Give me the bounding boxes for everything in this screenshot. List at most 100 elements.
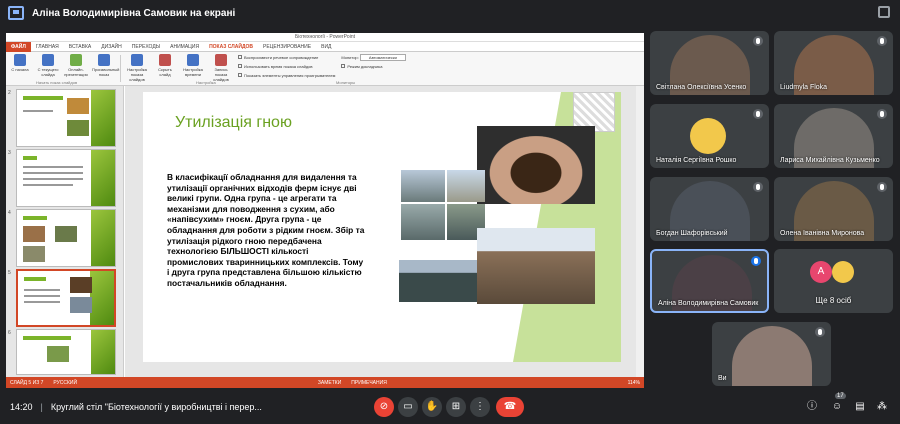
check-narration[interactable]: Воспроизвести речевое сопровождение [235, 52, 338, 63]
participant-tile-presenter[interactable]: Аліна Володимирівна Самовик [650, 249, 769, 313]
setup-show-button[interactable]: Настройка показа слайдов [125, 54, 149, 85]
custom-show-icon [98, 54, 110, 66]
self-view-tile[interactable]: Ви [712, 322, 831, 386]
timer-icon [187, 54, 199, 66]
notes-button[interactable]: ЗАМЕТКИ [318, 380, 341, 386]
activities-icon[interactable]: ⁂ [875, 400, 889, 414]
monitor-select[interactable]: Автоматически [359, 54, 406, 61]
thumb-title [23, 336, 71, 340]
thumb-image [70, 297, 92, 313]
ribbon-divider [120, 55, 121, 82]
present-button[interactable]: ⊞ [446, 397, 466, 417]
chat-icon[interactable]: ▤ [853, 400, 867, 414]
tab-slideshow[interactable]: ПОКАЗ СЛАЙДОВ [204, 42, 258, 52]
thumb-number: 2 [8, 90, 11, 96]
from-start-label: С начала [11, 67, 29, 72]
thumb-number: 3 [8, 150, 11, 156]
ppt-ribbon-tabs: ФАЙЛ ГЛАВНАЯ ВСТАВКА ДИЗАЙН ПЕРЕХОДЫ АНИ… [6, 41, 644, 52]
mic-toggle-button[interactable]: ⊘ [374, 397, 394, 417]
mic-off-icon [877, 36, 887, 46]
participant-name: Наталія Сергіївна Рошко [656, 157, 737, 164]
thumb-line [24, 295, 60, 297]
presenter-text: Аліна Володимирівна Самовик на екрані [32, 7, 236, 19]
divider: | [40, 402, 43, 412]
mic-off-icon [753, 36, 763, 46]
thumb-line [24, 289, 60, 291]
tab-review[interactable]: РЕЦЕНЗИРОВАНИЕ [258, 42, 316, 52]
tab-file[interactable]: ФАЙЛ [6, 41, 31, 52]
check-media-controls[interactable]: Показать элементы управления проигрывате… [235, 72, 338, 81]
participant-avatar [690, 118, 726, 154]
check-media-label: Показать элементы управления проигрывате… [244, 73, 336, 78]
participant-tile[interactable]: Наталія Сергіївна Рошко [650, 104, 769, 168]
more-vert-icon: ⋮ [475, 401, 485, 412]
thumb-slide[interactable] [16, 329, 116, 375]
custom-show-button[interactable]: Произвольный показ [92, 54, 119, 85]
slide-title[interactable]: Утилізація гною [175, 114, 292, 132]
tab-insert[interactable]: ВСТАВКА [64, 42, 96, 52]
camera-toggle-button[interactable]: ▭ [398, 397, 418, 417]
thumb-slide[interactable] [16, 149, 116, 207]
checkbox-icon [238, 73, 242, 77]
thumb-image [55, 226, 77, 242]
photo-tank [401, 204, 445, 240]
participant-name: Liudmyla Floka [780, 84, 828, 91]
thumb-image [23, 246, 45, 262]
thumb-line [23, 184, 73, 186]
check-timings-label: Использовать время показа слайдов [244, 64, 313, 69]
tab-design[interactable]: ДИЗАЙН [96, 42, 127, 52]
participant-tile[interactable]: Олена Іванівна Миронова [774, 177, 893, 241]
thumb-slide-selected[interactable] [16, 269, 116, 327]
participant-tile[interactable]: Світлана Олексіївна Усенко [650, 31, 769, 95]
check-timings[interactable]: Использовать время показа слайдов [235, 63, 338, 72]
leave-call-button[interactable]: ☎ [496, 397, 524, 417]
thumb-title [23, 216, 47, 220]
more-participants-tile[interactable]: A Ще 8 осіб [774, 249, 893, 313]
info-icon[interactable]: ⓘ [805, 400, 819, 414]
group-setup-label: Настройка [196, 80, 216, 85]
hand-icon: ✋ [425, 401, 439, 412]
hide-slide-button[interactable]: Скрыть слайд [153, 54, 177, 85]
hide-slide-icon [159, 54, 171, 66]
raise-hand-button[interactable]: ✋ [422, 397, 442, 417]
tab-transitions[interactable]: ПЕРЕХОДЫ [127, 42, 165, 52]
photo-facility [447, 170, 485, 202]
layout-icon[interactable] [878, 6, 890, 18]
thumb-slide[interactable] [16, 209, 116, 267]
people-icon[interactable]: ☺ [830, 400, 844, 414]
from-start-button[interactable]: С начала [8, 54, 32, 85]
participant-avatar: A [810, 261, 832, 283]
comments-button[interactable]: ПРИМЕЧАНИЯ [351, 380, 387, 386]
thumb-title [24, 277, 46, 281]
language-indicator[interactable]: РУССКИЙ [53, 380, 77, 386]
thumb-image [23, 226, 45, 242]
play-icon [14, 54, 26, 66]
current-slide[interactable]: Утилізація гною В класифікації обладнанн… [143, 92, 621, 362]
top-bar: Аліна Володимирівна Самовик на екрані [0, 0, 900, 26]
presenter-view-check[interactable]: Режим докладчика [341, 61, 406, 70]
tab-animation[interactable]: АНИМАЦИЯ [165, 42, 204, 52]
participant-name: Аліна Володимирівна Самовик [658, 300, 759, 307]
participant-tile[interactable]: Liudmyla Floka [774, 31, 893, 95]
more-options-button[interactable]: ⋮ [470, 397, 490, 417]
participant-name: Олена Іванівна Миронова [780, 230, 865, 237]
thumb-line [23, 110, 53, 112]
thumb-title [23, 96, 63, 100]
mic-off-icon [815, 327, 825, 337]
tab-view[interactable]: ВИД [316, 42, 336, 52]
hang-up-icon: ☎ [503, 401, 517, 412]
participant-tile[interactable]: Лариса Михайлівна Кузьменко [774, 104, 893, 168]
participant-tile[interactable]: Богдан Шафорівський [650, 177, 769, 241]
thumb-slide[interactable] [16, 89, 116, 147]
thumb-image [47, 346, 69, 362]
photo-lagoon [401, 170, 445, 202]
zoom-level[interactable]: 114% [628, 380, 640, 386]
setup-show-label: Настройка показа слайдов [127, 67, 147, 82]
thumb-number: 5 [8, 270, 11, 276]
ppt-scrollbar[interactable] [636, 86, 644, 377]
people-count-badge: 17 [835, 393, 846, 399]
slide-body-text[interactable]: В класифікації обладнання для видалення … [167, 172, 367, 289]
tab-home[interactable]: ГЛАВНАЯ [31, 42, 64, 52]
thumb-image [67, 120, 89, 136]
ribbon-checks: Воспроизвести речевое сопровождение Испо… [235, 52, 338, 85]
